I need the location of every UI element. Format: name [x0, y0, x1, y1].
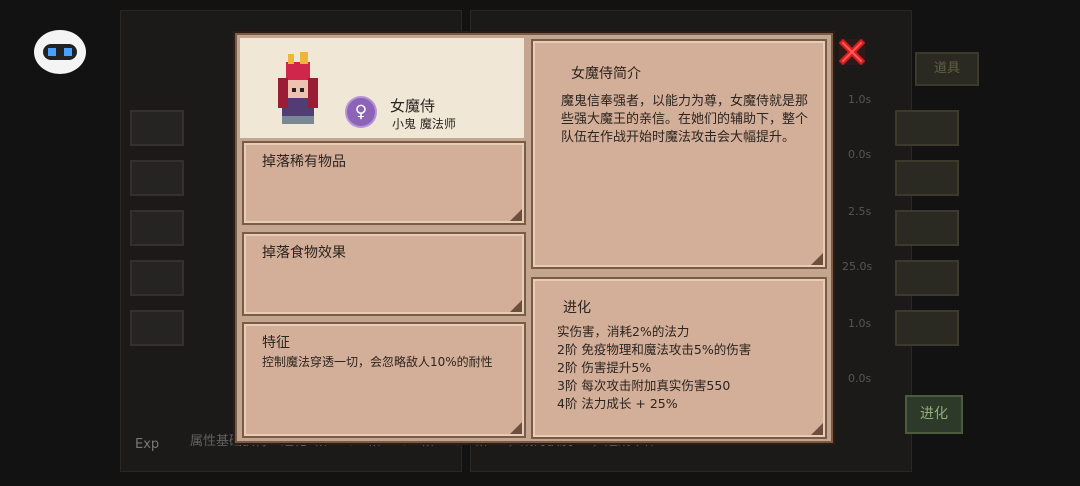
background-slot: [130, 260, 184, 296]
background-slot: [130, 310, 184, 346]
time-label: 1.0s: [848, 317, 872, 330]
close-icon[interactable]: [836, 36, 868, 68]
time-label: 25.0s: [842, 260, 873, 273]
gamepad-core: [43, 44, 77, 60]
character-name: 女魔侍: [390, 97, 436, 115]
evolution-title: 进化: [563, 300, 591, 316]
drop-food-effect-title: 掉落食物效果: [262, 245, 346, 261]
character-class: 小鬼 魔法师: [392, 117, 456, 131]
background-slot: [130, 110, 184, 146]
menu-button[interactable]: [895, 110, 959, 146]
exp-label: Exp: [135, 437, 160, 452]
evolution-line: 4阶 法力成长 + 25%: [557, 396, 678, 411]
feature-description: 控制魔法穿透一切，会忽略敌人10%的耐性: [262, 355, 493, 369]
menu-button[interactable]: [895, 310, 959, 346]
evolution-line: 实伤害，消耗2%的法力: [557, 324, 690, 339]
gamepad-icon[interactable]: [34, 30, 86, 74]
evolve-button[interactable]: 进化: [905, 395, 963, 434]
intro-title: 女魔侍简介: [571, 66, 641, 82]
evolution-line: 2阶 伤害提升5%: [557, 360, 652, 375]
drop-food-effect-card: 掉落食物效果: [242, 232, 526, 316]
evolution-card: 进化 实伤害，消耗2%的法力 2阶 免疫物理和魔法攻击5%的伤害 2阶 伤害提升…: [531, 277, 827, 439]
character-header: ♀ 女魔侍 小鬼 魔法师: [240, 38, 524, 138]
evolution-list[interactable]: 实伤害，消耗2%的法力 2阶 免疫物理和魔法攻击5%的伤害 2阶 伤害提升5% …: [557, 323, 811, 413]
time-label: 0.0s: [848, 372, 872, 385]
menu-button[interactable]: [895, 160, 959, 196]
time-label: 1.0s: [848, 93, 872, 106]
background-slot: [130, 160, 184, 196]
background-slot: [130, 210, 184, 246]
evolution-line: 2阶 免疫物理和魔法攻击5%的伤害: [557, 342, 752, 357]
character-avatar-icon: [278, 52, 318, 124]
time-label: 2.5s: [848, 205, 872, 218]
menu-button[interactable]: [895, 260, 959, 296]
feature-card: 特征 控制魔法穿透一切，会忽略敌人10%的耐性: [242, 322, 526, 438]
drop-rare-items-title: 掉落稀有物品: [262, 154, 346, 170]
time-label: 0.0s: [848, 148, 872, 161]
feature-title: 特征: [262, 335, 290, 351]
female-icon: ♀: [347, 98, 375, 126]
intro-description: 魔鬼信奉强者，以能力为尊，女魔侍就是那些强大魔王的亲信。在她们的辅助下，整个队伍…: [561, 94, 809, 145]
intro-card: 女魔侍简介 魔鬼信奉强者，以能力为尊，女魔侍就是那些强大魔王的亲信。在她们的辅助…: [531, 39, 827, 269]
drop-rare-items-card: 掉落稀有物品: [242, 141, 526, 225]
right-menu: [895, 80, 965, 380]
menu-button[interactable]: [895, 210, 959, 246]
character-info-modal: ♀ 女魔侍 小鬼 魔法师 掉落稀有物品 掉落食物效果 特征 控制魔法穿透一切，会…: [235, 33, 833, 443]
evolution-line: 3阶 每次攻击附加真实伤害550: [557, 378, 731, 393]
